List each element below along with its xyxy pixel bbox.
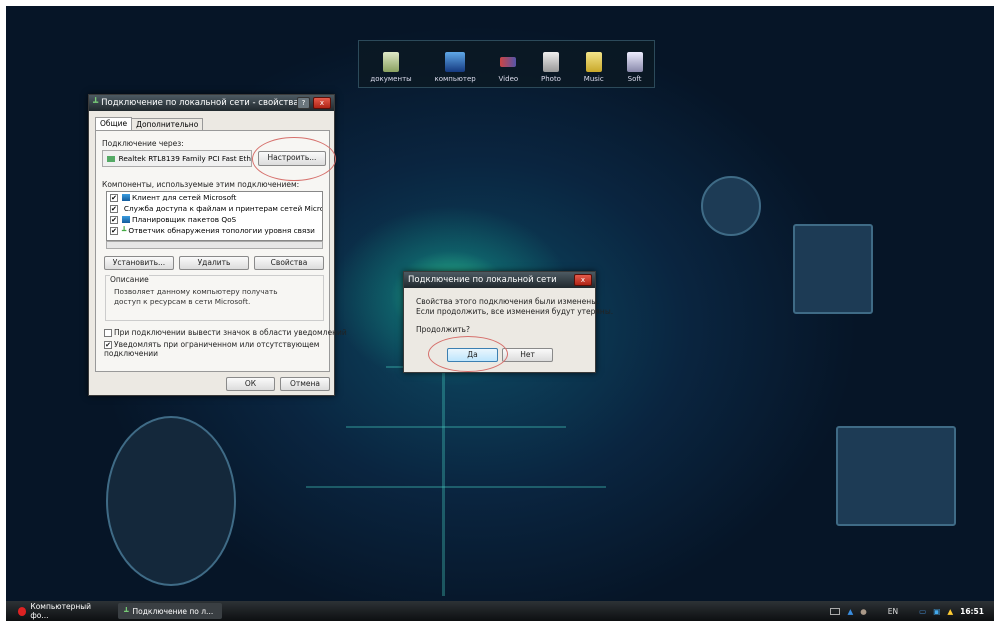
- network-icon: ┻: [93, 98, 99, 108]
- highlight-circle: [252, 137, 336, 181]
- checkbox[interactable]: ✔: [110, 204, 118, 213]
- dock-label: Video: [498, 75, 519, 83]
- tab-general[interactable]: Общие: [95, 117, 133, 131]
- ok-button[interactable]: ОК: [226, 377, 275, 391]
- document-icon: [383, 52, 400, 72]
- no-button[interactable]: Нет: [502, 348, 553, 362]
- software-icon: [626, 52, 643, 72]
- highlight-circle: [428, 336, 508, 372]
- capacitor-graphic: [701, 176, 761, 236]
- network-card-icon: [107, 155, 115, 162]
- install-button[interactable]: Установить...: [104, 256, 174, 270]
- confirm-dialog: Подключение по локальной сети x Свойства …: [403, 271, 613, 373]
- circuit-trace: [306, 486, 606, 488]
- description-text: Позволяет данному компьютеру получать до…: [114, 287, 278, 306]
- title-bar: ┻ Подключение по локальной сети - свойств…: [89, 95, 334, 111]
- list-item[interactable]: ✔ Служба доступа к файлам и принтерам сет…: [107, 203, 322, 214]
- description-group: Описание Позволяет данному компьютеру по…: [105, 275, 324, 321]
- item-label: Клиент для сетей Microsoft: [132, 193, 237, 202]
- monitor-icon: [445, 52, 466, 72]
- help-button[interactable]: ?: [297, 97, 310, 109]
- tray-app-icon[interactable]: ●: [860, 607, 867, 616]
- network-status-icon[interactable]: ▭: [919, 607, 926, 616]
- dock-label: Photo: [541, 75, 561, 83]
- item-label: Планировщик пакетов QoS: [132, 215, 237, 224]
- list-item[interactable]: ✔ ┻ Ответчик обнаружения топологии уровня …: [107, 225, 322, 236]
- description-label: Описание: [110, 275, 149, 284]
- language-indicator[interactable]: EN: [888, 607, 898, 616]
- taskbar-item-connection[interactable]: ┻ Подключение по л...: [118, 603, 222, 619]
- dock-item-soft[interactable]: Soft: [626, 52, 643, 83]
- taskbar: Компьютерный фо... ┻ Подключение по л... …: [6, 601, 994, 621]
- cancel-button[interactable]: Отмена: [280, 377, 330, 391]
- keyboard-icon[interactable]: [830, 607, 841, 615]
- camera-icon: [542, 52, 559, 72]
- dock-label: Soft: [627, 75, 642, 83]
- dock: документы компьютер Video Photo Music So…: [358, 40, 655, 88]
- dock-item-music[interactable]: Music: [584, 52, 604, 83]
- item-label: Ответчик обнаружения топологии уровня св…: [128, 226, 315, 235]
- video-icon: [500, 57, 517, 67]
- chip-graphic: [836, 426, 956, 526]
- dock-label: компьютер: [434, 75, 476, 83]
- notify-option[interactable]: ✔ Уведомлять при ограниченном или отсутст…: [104, 340, 324, 358]
- question-text: Продолжить?: [416, 325, 470, 334]
- option-label: Уведомлять при ограниченном или отсутств…: [104, 340, 320, 358]
- message-line: Свойства этого подключения были изменены…: [416, 297, 600, 306]
- chip-graphic: [793, 224, 873, 314]
- horizontal-scrollbar[interactable]: [106, 241, 323, 249]
- checkbox[interactable]: ✔: [110, 226, 118, 235]
- remove-button[interactable]: Удалить: [179, 256, 249, 270]
- adapter-name: Realtek RTL8139 Family PCI Fast Eth: [118, 154, 251, 163]
- dock-item-photo[interactable]: Photo: [541, 52, 561, 83]
- warning-icon[interactable]: ▲: [947, 607, 953, 616]
- circuit-trace: [346, 426, 566, 428]
- taskbar-label: Компьютерный фо...: [30, 602, 92, 620]
- item-label: Служба доступа к файлам и принтерам сете…: [123, 204, 323, 213]
- system-tray: ▲ ● EN ▭ ▣ ▲ 16:51: [830, 607, 994, 616]
- dialog-title: Подключение по локальной сети - свойства: [101, 98, 299, 108]
- folder-icon: [585, 52, 602, 72]
- list-item[interactable]: ✔ Планировщик пакетов QoS: [107, 214, 322, 225]
- message-line: Если продолжить, все изменения будут уте…: [416, 307, 614, 316]
- checkbox[interactable]: [104, 329, 112, 337]
- dock-item-computer[interactable]: компьютер: [435, 52, 476, 83]
- taskbar-label: Подключение по л...: [132, 606, 214, 616]
- display-icon[interactable]: ▣: [933, 607, 940, 616]
- network-service-icon: [122, 216, 130, 223]
- taskbar-item-browser[interactable]: Компьютерный фо...: [12, 602, 112, 620]
- checkbox[interactable]: ✔: [110, 215, 118, 224]
- protocol-icon: ┻: [122, 226, 127, 235]
- properties-button[interactable]: Свойства: [254, 256, 324, 270]
- network-client-icon: [122, 194, 130, 201]
- show-icon-option[interactable]: При подключении вывести значок в области…: [104, 328, 347, 337]
- connect-via-label: Подключение через:: [102, 139, 184, 148]
- components-list[interactable]: ✔ Клиент для сетей Microsoft ✔ Служба дост…: [106, 191, 323, 241]
- checkbox[interactable]: ✔: [110, 193, 118, 202]
- close-button[interactable]: x: [574, 274, 592, 286]
- list-item[interactable]: ✔ Клиент для сетей Microsoft: [107, 192, 322, 203]
- clock[interactable]: 16:51: [960, 607, 984, 616]
- close-button[interactable]: x: [313, 97, 331, 109]
- dock-label: документы: [370, 75, 412, 83]
- fan-graphic: [106, 416, 236, 586]
- properties-dialog: ┻ Подключение по локальной сети - свойств…: [88, 94, 347, 396]
- components-label: Компоненты, используемые этим подключени…: [102, 180, 300, 189]
- checkbox[interactable]: ✔: [104, 341, 112, 349]
- option-label: При подключении вывести значок в области…: [114, 328, 347, 337]
- dock-item-documents[interactable]: документы: [370, 52, 412, 83]
- title-bar: Подключение по локальной сети x: [404, 272, 595, 288]
- dialog-title: Подключение по локальной сети: [408, 275, 557, 285]
- opera-icon: [18, 606, 27, 616]
- network-icon: ┻: [124, 606, 129, 616]
- adapter-field: Realtek RTL8139 Family PCI Fast Eth: [102, 150, 252, 167]
- dock-label: Music: [583, 75, 604, 83]
- dock-item-video[interactable]: Video: [498, 57, 519, 83]
- update-icon[interactable]: ▲: [847, 607, 853, 616]
